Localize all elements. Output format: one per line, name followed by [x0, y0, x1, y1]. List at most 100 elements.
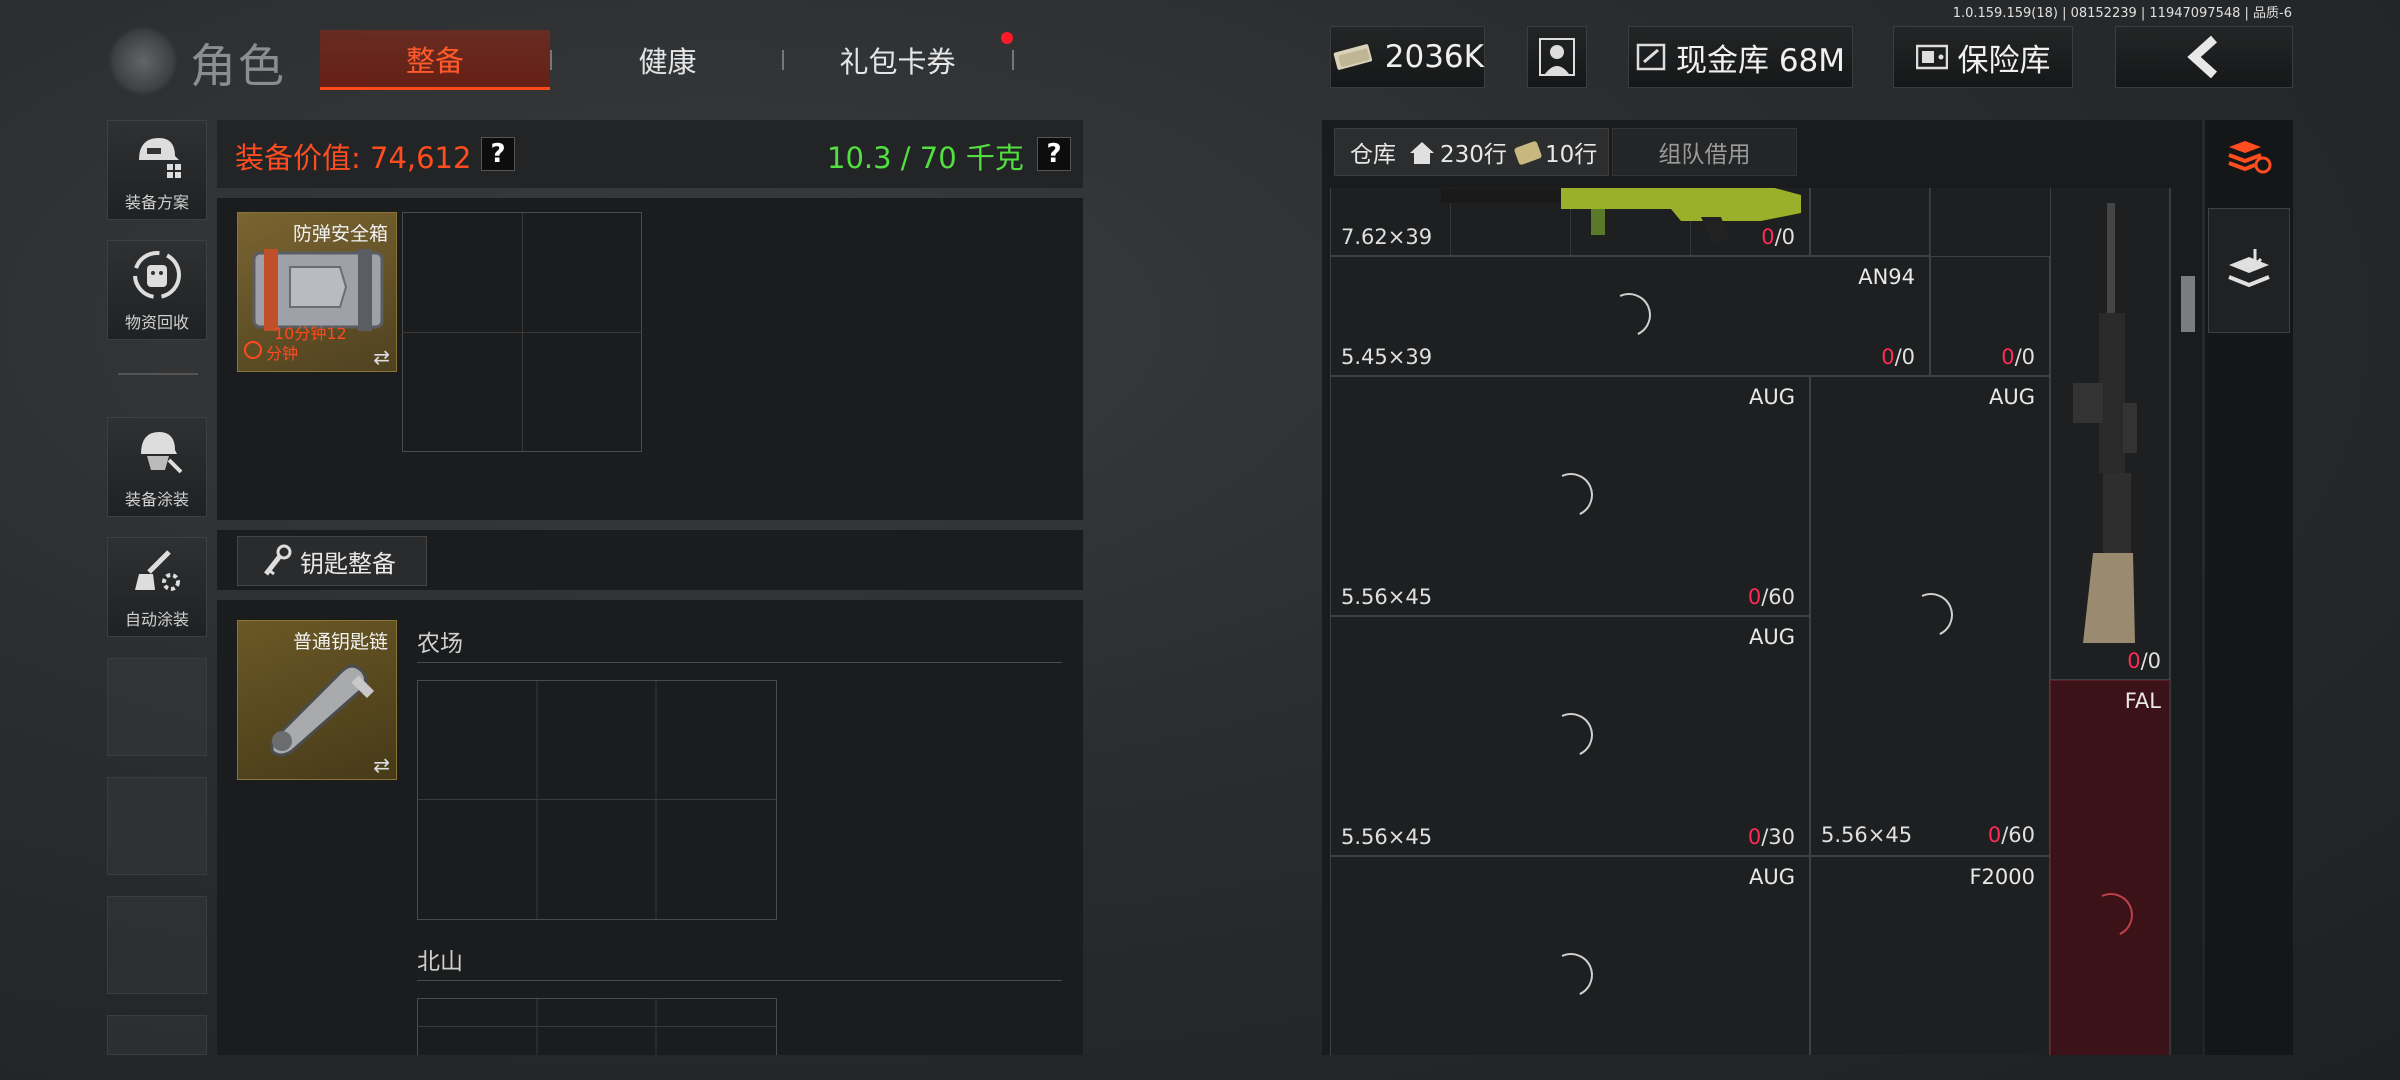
item-name: 防弹安全箱 [292, 223, 388, 245]
keychain-icon [270, 664, 375, 757]
sidebar-empty-slot [107, 896, 207, 994]
supply-recycle-icon [129, 241, 185, 309]
ammo-count: 0/60 [1987, 823, 2035, 847]
weapon-cell[interactable]: 0/0 [1930, 256, 2050, 376]
value-help-button[interactable]: ? [481, 137, 515, 171]
weapon-cell-aug[interactable]: AUG 5.56×45 0/60 [1330, 376, 1810, 616]
page-title: 角色 [190, 39, 286, 93]
secure-container-panel: 防弹安全箱 10分钟12 分钟 ⇄ [217, 198, 1083, 520]
sidebar-divider [118, 373, 198, 375]
clock-icon [244, 341, 262, 359]
sidebar-item-label: 装备涂装 [124, 490, 189, 509]
sidebar-item-supply-recycle[interactable]: 物资回收 [107, 240, 207, 340]
currency-display[interactable]: 2036K [1330, 26, 1485, 88]
weapon-cell-an94[interactable]: AN94 5.45×39 0/0 [1330, 256, 1930, 376]
key-group-beishan-title: 北山 [417, 949, 463, 975]
cash-vault-button[interactable]: 现金库 68M [1628, 26, 1853, 88]
equipment-value: 装备价值: 74,612 [235, 141, 472, 175]
layer-download-icon [2228, 248, 2270, 287]
tab-health[interactable]: 健康 [560, 30, 775, 90]
weapon-cell-aug[interactable]: AUG 5.56×45 0/30 [1330, 616, 1810, 856]
empty-cell[interactable] [1810, 188, 1930, 256]
team-borrow-label: 组队借用 [1658, 142, 1751, 168]
equipment-skin-icon [129, 418, 185, 486]
back-button[interactable] [2115, 26, 2293, 88]
currency-amount: 2036K [1384, 39, 1484, 75]
deposit-layer-button[interactable] [2208, 208, 2290, 333]
back-arrow-icon [2187, 35, 2218, 79]
safe-vault-button[interactable]: 保险库 [1893, 26, 2073, 88]
weapon-cell-fal[interactable]: FAL [2050, 680, 2170, 1055]
sidebar-item-label: 物资回收 [124, 313, 189, 332]
warehouse-rows: 230行 [1440, 142, 1507, 168]
notification-dot [1001, 32, 1013, 44]
tab-gift-cards[interactable]: 礼包卡券 [790, 30, 1005, 90]
weapon-name: AUG [1748, 385, 1795, 409]
loading-spinner-icon [2082, 886, 2140, 944]
tab-label: 健康 [638, 45, 697, 79]
weapon-name: AUG [1748, 865, 1795, 889]
caliber-label: 7.62×39 [1341, 225, 1433, 249]
agent-icon [1539, 38, 1575, 76]
caliber-label: 5.45×39 [1341, 345, 1433, 369]
swap-icon[interactable]: ⇄ [373, 345, 390, 369]
sidebar-item-label: 装备方案 [124, 193, 189, 212]
key-loadout-button[interactable]: 钥匙整备 [237, 536, 427, 586]
swap-icon[interactable]: ⇄ [373, 753, 390, 777]
safe-box-item[interactable]: 防弹安全箱 10分钟12 分钟 ⇄ [237, 212, 397, 372]
tab-loadout[interactable]: 整备 [320, 30, 550, 90]
tab-divider [550, 50, 552, 70]
team-borrow-tab[interactable]: 组队借用 [1612, 128, 1797, 176]
tab-divider [1012, 50, 1014, 70]
sidebar-item-equipment-skin[interactable]: 装备涂装 [107, 417, 207, 517]
cash-icon [1333, 44, 1373, 70]
keychain-panel: 普通钥匙链 ⇄ 农场 北山 [217, 600, 1083, 1055]
loadout-summary-bar: 装备价值: 74,612 ? 10.3 / 70 千克 ? [217, 120, 1083, 188]
safe-box-grid[interactable] [402, 212, 642, 452]
key-loadout-label: 钥匙整备 [300, 549, 396, 578]
weapon-cell-tall[interactable]: 0/0 [2050, 188, 2170, 680]
weapon-cell-aug[interactable]: AUG [1330, 856, 1810, 1055]
loading-spinner-icon [1542, 466, 1600, 524]
sidebar-item-auto-paint[interactable]: 自动涂装 [107, 537, 207, 637]
tab-label: 礼包卡券 [839, 45, 956, 79]
weight-capacity: 10.3 / 70 千克 [827, 141, 1024, 175]
weapon-name: AUG [1748, 625, 1795, 649]
globe-logo-icon [108, 26, 178, 96]
sidebar-item-label: 自动涂装 [124, 610, 189, 629]
key-grid-beishan[interactable] [417, 998, 777, 1055]
ticket-icon [1514, 141, 1542, 165]
keychain-item[interactable]: 普通钥匙链 ⇄ [237, 620, 397, 780]
sort-refresh-button[interactable] [2218, 126, 2280, 188]
weapon-cell-f2000[interactable]: F2000 [1810, 856, 2050, 1055]
weapon-name: F2000 [1969, 865, 2035, 889]
caliber-label: 5.56×45 [1341, 825, 1433, 849]
version-info: 1.0.159.159(18) | 08152239 | 11947097548… [1952, 6, 2292, 21]
loadout-plan-icon [129, 121, 185, 189]
tab-divider [782, 50, 784, 70]
weapon-cell-aug[interactable]: AUG 5.56×45 0/60 [1810, 376, 2050, 856]
key-grid-farm[interactable] [417, 680, 777, 920]
warehouse-scroll-thumb[interactable] [2181, 276, 2195, 332]
warehouse-scroll-track[interactable] [2178, 188, 2198, 1055]
item-name: 普通钥匙链 [292, 631, 388, 653]
sidebar-empty-slot [107, 658, 207, 756]
auto-paint-icon [129, 538, 185, 606]
support-button[interactable] [1527, 26, 1587, 88]
ammo-count: 0/0 [2001, 345, 2035, 369]
weight-help-button[interactable]: ? [1037, 137, 1071, 171]
ammo-count: 0/0 [1761, 225, 1795, 249]
loading-spinner-icon [1542, 946, 1600, 1004]
ammo-count: 0/0 [2127, 649, 2161, 673]
timer-unit: 分钟 [266, 344, 299, 363]
key-icon [264, 544, 292, 576]
weapon-cell[interactable]: 7.62×39 0/0 [1330, 188, 1810, 256]
warehouse-grid[interactable]: 7.62×39 0/0 AN94 5.45×39 0/0 0/0 0/0 AUG… [1330, 188, 2172, 1055]
sidebar-item-loadout-plan[interactable]: 装备方案 [107, 120, 207, 220]
section-divider [417, 980, 1062, 981]
sidebar-empty-slot [107, 1015, 207, 1055]
weapon-name: AUG [1988, 385, 2035, 409]
safe-icon [1915, 44, 1948, 70]
sidebar-empty-slot [107, 777, 207, 875]
key-section-bar: 钥匙整备 [217, 530, 1083, 590]
